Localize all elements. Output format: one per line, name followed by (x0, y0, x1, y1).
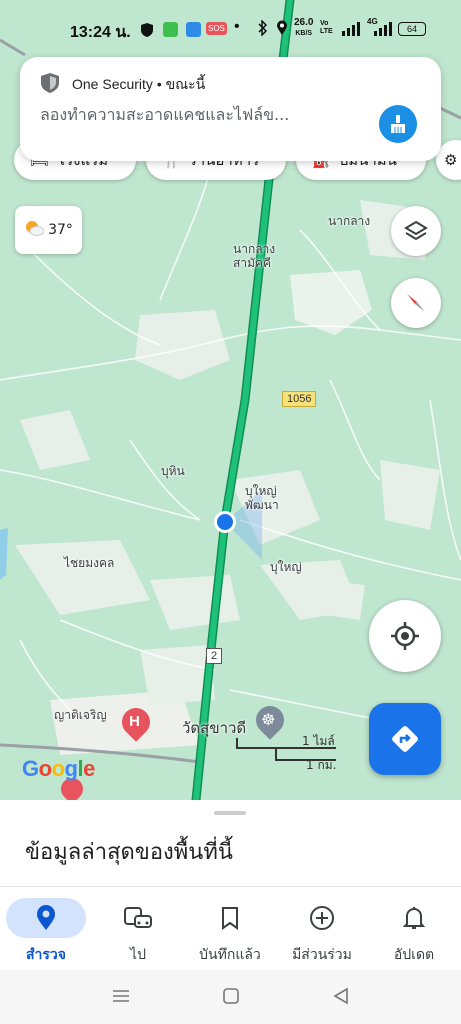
notification-message: ลองทำความสะอาดแคชและไฟล์ข... (40, 105, 290, 124)
directions-button[interactable] (369, 703, 441, 775)
google-logo: Google (22, 756, 95, 781)
bookmark-icon (222, 907, 238, 930)
tab-updates-label: อัปเดต (393, 947, 435, 963)
bottom-sheet[interactable]: ข้อมูลล่าสุดของพื้นที่นี้ (0, 800, 461, 890)
map-label-chaiyamongkhon: ไชยมงคล (64, 556, 115, 570)
back-icon[interactable] (332, 987, 350, 1005)
tab-go[interactable]: ไป (92, 887, 184, 971)
tab-contribute-icon-wrap (282, 898, 362, 938)
tab-updates[interactable]: อัปเดต (368, 887, 460, 971)
tab-go-icon-wrap (98, 898, 178, 938)
my-location-button[interactable] (369, 600, 441, 672)
sheet-drag-handle[interactable] (214, 811, 246, 815)
weather-chip[interactable]: 37° (15, 206, 82, 254)
signal2-icon (370, 22, 392, 39)
notification-app-name: One Security • ขณะนี้ (72, 76, 206, 92)
home-icon[interactable] (222, 987, 240, 1005)
compass-button[interactable] (391, 278, 441, 328)
app2-status-icon (186, 22, 201, 40)
partly-sunny-icon (24, 220, 45, 240)
tab-saved-label: บันทึกแล้ว (199, 947, 261, 963)
map-label-buyai-phatthana-2: พัฒนา (245, 498, 279, 512)
network-speed-value: 26.0 (294, 17, 314, 28)
road-shield-2: 2 (206, 648, 223, 664)
sos-badge: SOS (206, 22, 227, 35)
clean-broom-button[interactable] (379, 105, 417, 143)
menu-icon[interactable] (111, 988, 131, 1004)
scale-km: 1 กม. (306, 758, 337, 772)
battery-level: 64 (406, 24, 417, 34)
volte-icon: Vo LTE (320, 20, 333, 35)
tab-contribute[interactable]: มีส่วนร่วม (276, 887, 368, 971)
tab-explore[interactable]: สำรวจ (0, 887, 92, 971)
tab-go-label: ไป (130, 947, 146, 963)
tab-updates-icon-wrap (374, 898, 454, 938)
location-pin-icon (37, 905, 55, 930)
tab-contribute-label: มีส่วนร่วม (292, 947, 352, 963)
broom-icon (391, 115, 405, 133)
bottom-navigation: สำรวจ ไป บันทึกแล้ว มีส่วนร่วม อัปเดต (0, 886, 461, 971)
one-security-icon (41, 73, 59, 93)
shield-status-icon (140, 22, 154, 41)
map-label-yatcharoen: ญาติเจริญ (54, 708, 107, 722)
network-speed: 26.0 KB/S (294, 18, 313, 39)
bluetooth-icon (258, 19, 268, 39)
bell-icon (403, 907, 425, 929)
directions-icon (392, 726, 418, 752)
battery-icon: 64 (398, 22, 426, 36)
status-bar: 13:24 น. SOS • 26.0 KB/S Vo LTE 4G 64 (0, 0, 461, 60)
dot-icon: • (234, 18, 240, 35)
layers-icon (404, 220, 428, 241)
location-status-icon (276, 20, 288, 39)
network-speed-unit: KB/S (295, 30, 313, 37)
tab-explore-label: สำรวจ (26, 947, 66, 963)
layers-button[interactable] (391, 206, 441, 256)
gear-icon: ⚙ (444, 151, 458, 169)
map-scale: 1 ไมล์ 1 กม. (236, 732, 346, 772)
map-label-nakhlang-samakkhi-2: สามัคคี (233, 256, 272, 270)
road-shield-1056: 1056 (282, 391, 317, 407)
crosshair-icon (391, 622, 419, 650)
commute-icon (124, 907, 152, 928)
map-label-buyai: บุใหญ่ (270, 560, 302, 574)
map-label-buhin: บุหิน (161, 464, 185, 478)
compass-icon (407, 294, 425, 312)
scale-miles: 1 ไมล์ (302, 734, 335, 748)
app-status-icon (163, 22, 178, 40)
add-circle-icon (310, 906, 334, 930)
tab-saved-icon-wrap (190, 898, 270, 938)
sheet-title: ข้อมูลล่าสุดของพื้นที่นี้ (25, 840, 233, 865)
status-time: 13:24 น. (70, 24, 131, 41)
signal-icon (342, 22, 360, 39)
map-label-nakhlang: นากลาง (328, 214, 371, 228)
tab-explore-icon-wrap (6, 898, 86, 938)
notification-card[interactable]: One Security • ขณะนี้ ลองทำความสะอาดแคชแ… (20, 57, 441, 161)
tab-saved[interactable]: บันทึกแล้ว (184, 887, 276, 971)
system-navigation-bar (0, 970, 461, 1024)
weather-temp: 37° (48, 222, 73, 238)
